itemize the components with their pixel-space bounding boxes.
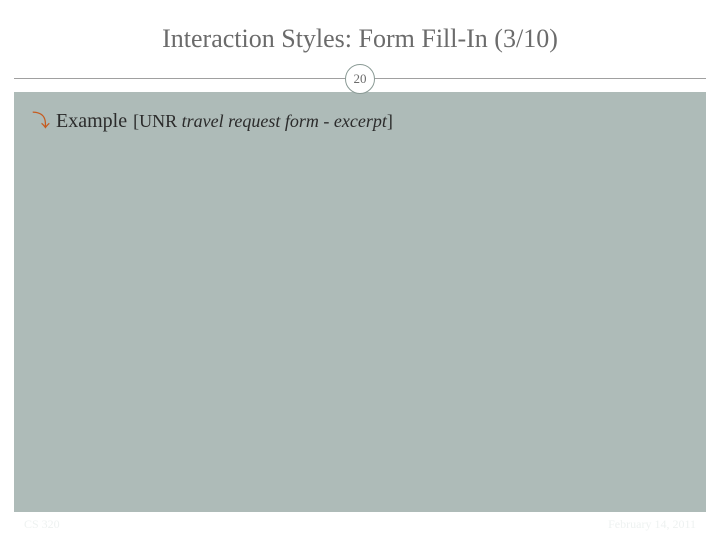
body-area: ⤵ Example [UNR travel request form - exc… <box>14 92 706 512</box>
detail-italic: travel request form - excerpt <box>182 111 387 131</box>
detail-suffix: ] <box>387 111 393 131</box>
detail-prefix: [UNR <box>133 111 182 131</box>
bullet-detail: [UNR travel request form - excerpt] <box>133 111 393 132</box>
bullet-label: Example <box>56 110 127 133</box>
slide-title: Interaction Styles: Form Fill-In (3/10) <box>0 0 720 54</box>
footer-date: February 14, 2011 <box>608 517 696 532</box>
page-number-badge: 20 <box>345 64 375 94</box>
bullet-item: ⤵ Example [UNR travel request form - exc… <box>14 92 706 133</box>
slide: Interaction Styles: Form Fill-In (3/10) … <box>0 0 720 540</box>
page-number: 20 <box>354 71 367 87</box>
footer-course: CS 320 <box>24 517 60 532</box>
bullet-icon: ⤵ <box>32 112 50 130</box>
